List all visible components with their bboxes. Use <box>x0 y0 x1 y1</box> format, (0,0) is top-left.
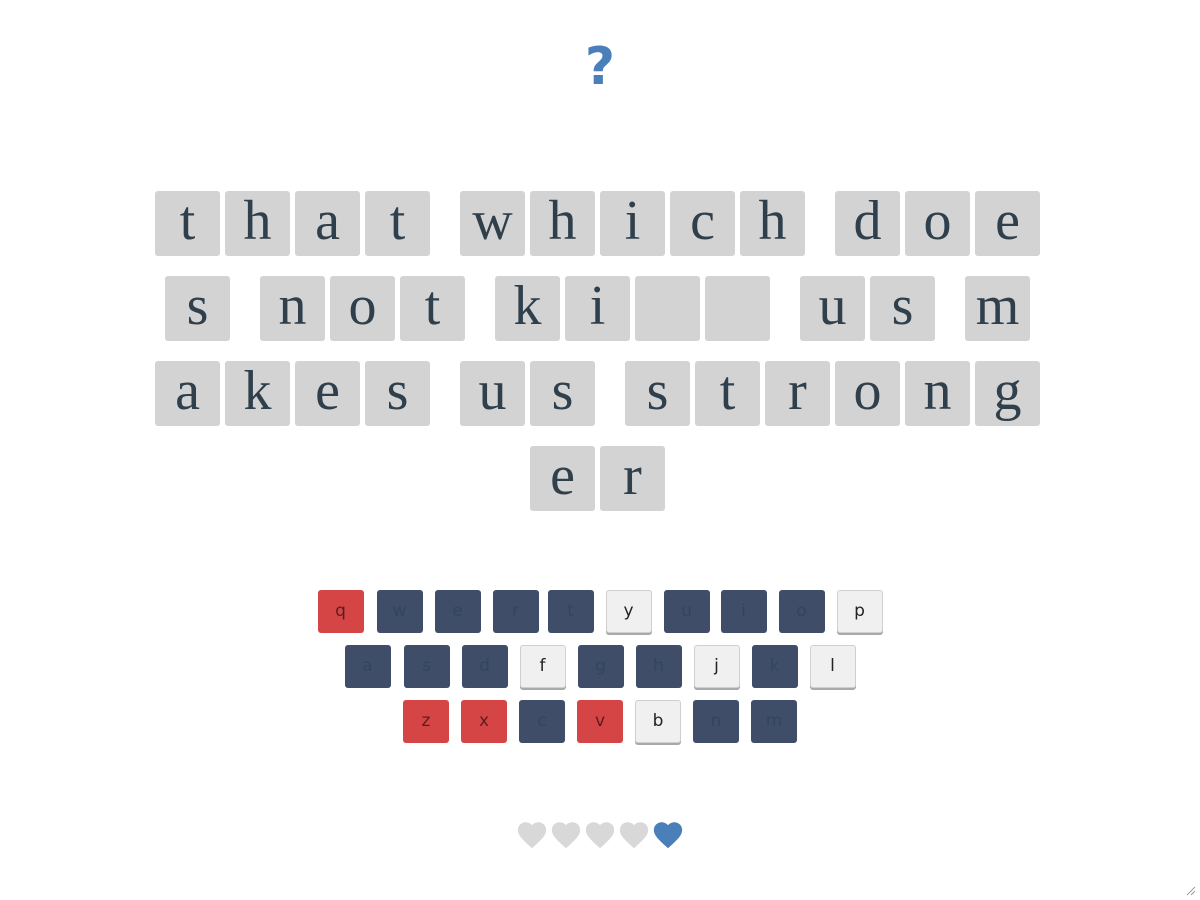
word-gap <box>235 276 260 341</box>
keyboard-row: asdfghjkl <box>0 645 1200 688</box>
key-g[interactable]: g <box>577 645 624 688</box>
key-r[interactable]: r <box>492 590 539 633</box>
word-gap <box>470 276 495 341</box>
key-n[interactable]: n <box>693 700 739 743</box>
letter-tile: t <box>365 191 430 256</box>
key-q[interactable]: q <box>317 590 364 633</box>
key-p[interactable]: p <box>836 590 883 633</box>
heart-icon <box>653 822 683 849</box>
letter-tile: o <box>835 361 900 426</box>
key-z[interactable]: z <box>403 700 449 743</box>
letter-tile: n <box>260 276 325 341</box>
letter-tile-blank <box>705 276 770 341</box>
letter-tile: o <box>330 276 395 341</box>
key-h[interactable]: h <box>635 645 682 688</box>
heart-icon <box>619 822 649 849</box>
letter-tile: k <box>225 361 290 426</box>
letter-tile: w <box>460 191 525 256</box>
heart-icon <box>551 822 581 849</box>
letter-tile: t <box>400 276 465 341</box>
key-v[interactable]: v <box>577 700 623 743</box>
key-w[interactable]: w <box>376 590 423 633</box>
letter-tile: e <box>530 446 595 511</box>
puzzle-board: thatwhichdoesnotkiusmakesusstronger <box>0 191 1200 531</box>
word-gap <box>435 361 460 426</box>
letter-tile: s <box>530 361 595 426</box>
key-x[interactable]: x <box>461 700 507 743</box>
keyboard-row: qwertyuiop <box>0 590 1200 633</box>
key-i[interactable]: i <box>720 590 767 633</box>
key-a[interactable]: a <box>344 645 391 688</box>
word-gap <box>810 191 835 256</box>
letter-tile: t <box>155 191 220 256</box>
key-s[interactable]: s <box>403 645 450 688</box>
letter-tile: s <box>625 361 690 426</box>
key-k[interactable]: k <box>751 645 798 688</box>
letter-tile: s <box>165 276 230 341</box>
word-gap <box>435 191 460 256</box>
letter-tile: s <box>365 361 430 426</box>
key-e[interactable]: e <box>434 590 481 633</box>
letter-tile-blank <box>635 276 700 341</box>
on-screen-keyboard: qwertyuiop asdfghjkl zxcvbnm <box>0 590 1200 755</box>
letter-tile: r <box>600 446 665 511</box>
key-m[interactable]: m <box>751 700 797 743</box>
key-o[interactable]: o <box>778 590 825 633</box>
letter-tile: d <box>835 191 900 256</box>
resize-handle-icon[interactable] <box>1184 884 1196 896</box>
keyboard-row: zxcvbnm <box>0 700 1200 743</box>
key-y[interactable]: y <box>605 590 652 633</box>
letter-tile: e <box>975 191 1040 256</box>
letter-tile: c <box>670 191 735 256</box>
letter-tile: m <box>965 276 1030 341</box>
puzzle-row: er <box>0 446 1200 511</box>
key-d[interactable]: d <box>461 645 508 688</box>
letter-tile: a <box>155 361 220 426</box>
heart-icon <box>585 822 615 849</box>
letter-tile: i <box>600 191 665 256</box>
word-gap <box>940 276 965 341</box>
word-gap <box>600 361 625 426</box>
heart-icon <box>517 822 547 849</box>
key-j[interactable]: j <box>693 645 740 688</box>
letter-tile: h <box>225 191 290 256</box>
letter-tile: g <box>975 361 1040 426</box>
letter-tile: e <box>295 361 360 426</box>
letter-tile: s <box>870 276 935 341</box>
lives-indicator <box>0 818 1200 852</box>
letter-tile: h <box>740 191 805 256</box>
letter-tile: u <box>800 276 865 341</box>
key-b[interactable]: b <box>635 700 681 743</box>
key-f[interactable]: f <box>519 645 566 688</box>
key-l[interactable]: l <box>809 645 856 688</box>
puzzle-row: akesusstrong <box>0 361 1200 426</box>
letter-tile: h <box>530 191 595 256</box>
help-button[interactable]: ? <box>560 32 640 102</box>
letter-tile: t <box>695 361 760 426</box>
puzzle-row: thatwhichdoe <box>0 191 1200 256</box>
word-gap <box>775 276 800 341</box>
letter-tile: n <box>905 361 970 426</box>
letter-tile: o <box>905 191 970 256</box>
letter-tile: u <box>460 361 525 426</box>
key-u[interactable]: u <box>663 590 710 633</box>
letter-tile: i <box>565 276 630 341</box>
key-c[interactable]: c <box>519 700 565 743</box>
letter-tile: k <box>495 276 560 341</box>
puzzle-row: snotkiusm <box>0 276 1200 341</box>
letter-tile: r <box>765 361 830 426</box>
letter-tile: a <box>295 191 360 256</box>
key-t[interactable]: t <box>547 590 594 633</box>
